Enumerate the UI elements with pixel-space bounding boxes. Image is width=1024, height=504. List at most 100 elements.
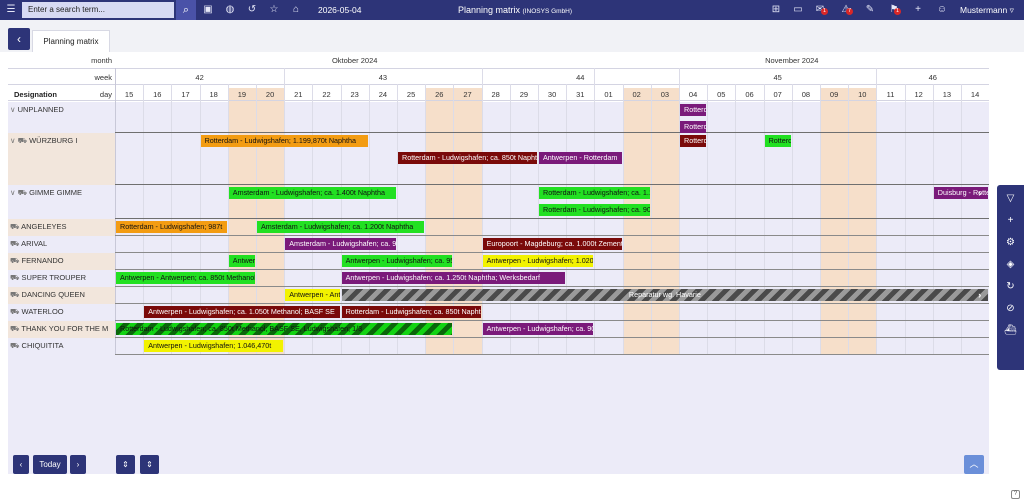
voyage-bar[interactable]: Amsterdam - Ludwigshafen; ca. 1.400t Nap…	[228, 187, 396, 199]
voyage-bar[interactable]: Rotterdam - Ludwigshafen; ca. 850t Napht…	[398, 152, 537, 164]
voyage-bar[interactable]: Antwerpen - Antwerpen	[285, 289, 340, 301]
row-label[interactable]: ⛟ FERNANDO	[8, 256, 113, 266]
voyage-bar[interactable]: Rotterdam - Ludwigshafen; 1.199,870t Nap…	[200, 135, 368, 147]
row-label[interactable]: ⛟ ANGELEYES	[8, 222, 113, 232]
next-button[interactable]: ›	[70, 455, 86, 474]
day-gridline	[791, 84, 793, 355]
month-label: month	[91, 56, 112, 65]
voyage-bar[interactable]: Antwerpen - Ludwigshafen; ca. 950t	[341, 255, 453, 267]
ship-icon: ⛟	[10, 256, 22, 265]
add-icon[interactable]: +	[997, 215, 1024, 226]
voyage-bar[interactable]: Antwerpen - Rotterdam	[539, 152, 622, 164]
today-button[interactable]: Today	[33, 455, 67, 474]
day-cell: 19	[237, 90, 247, 99]
day-cell: 24	[378, 90, 388, 99]
chevron-right-icon: ›	[978, 188, 982, 198]
hide-icon[interactable]: ⊘	[997, 303, 1024, 314]
weekend-column	[848, 88, 877, 355]
row-separator	[115, 252, 989, 253]
voyage-bar[interactable]: Rotterdam - Ludwigshafen	[680, 135, 707, 147]
grid-icon[interactable]: ⊞	[768, 0, 784, 20]
day-cell: 14	[970, 90, 980, 99]
settings-icon[interactable]: ⚙	[997, 237, 1024, 248]
voyage-bar[interactable]: Rotterdam - Ludwigshafen; ca. 1.100t	[539, 187, 650, 199]
refresh-icon[interactable]: ↻	[997, 281, 1024, 292]
history-icon[interactable]: ↺	[244, 0, 260, 20]
weekend-column	[820, 88, 849, 355]
voyage-bar[interactable]: Antwerpen - Ludwigshafen; 1.020t	[482, 255, 594, 267]
expand-rows-button[interactable]: ⇕	[116, 455, 135, 474]
day-gridline	[538, 84, 539, 355]
plus-icon[interactable]: +	[910, 0, 926, 20]
expand-chevron-icon: ∨ ⛟	[10, 136, 30, 145]
voyage-bar[interactable]: Rotterdam - Ludwigshafen; 987t	[116, 221, 227, 233]
help-icon[interactable]: ?	[1011, 490, 1020, 499]
voyage-bar[interactable]: Rotterdam - Ludwigshafen; ca. 900t	[539, 204, 650, 216]
menu-icon[interactable]: ☰	[3, 0, 19, 20]
back-button[interactable]: ‹	[8, 28, 30, 50]
row-label[interactable]: ⛟ THANK YOU FOR THE M	[8, 324, 113, 334]
voyage-bar[interactable]: Rotterdam - Ludwigshafen; ca. 850t Metha…	[116, 323, 453, 335]
row-label[interactable]: ∨ ⛟ WÜRZBURG I	[8, 136, 113, 146]
day-cell: 12	[914, 90, 923, 99]
target-icon[interactable]: ◈	[997, 259, 1024, 270]
current-date: 2026-05-04	[318, 5, 362, 15]
user-icon[interactable]: ☺	[934, 0, 950, 20]
search-icon[interactable]: ⌕	[176, 0, 196, 20]
previous-button[interactable]: ‹	[13, 455, 29, 474]
row-label[interactable]: ⛟ WATERLOO	[8, 307, 113, 317]
folder-icon[interactable]: ▣	[200, 0, 216, 20]
day-cell: 06	[745, 90, 754, 99]
home-icon[interactable]: ⌂	[288, 0, 304, 20]
day-cell: 18	[209, 90, 218, 99]
search-input[interactable]: Enter a search term...	[22, 2, 174, 18]
week-cell: 46	[928, 73, 937, 82]
filter-icon[interactable]: ▽	[997, 193, 1024, 204]
day-gridline	[904, 84, 906, 355]
row-label[interactable]: ⛟ ARIVAL	[8, 239, 113, 249]
header-line	[8, 68, 989, 69]
row-label[interactable]: ∨ UNPLANNED	[8, 105, 113, 114]
designation-header: Designation	[14, 90, 57, 99]
voyage-bar[interactable]: Rotterdam - Ludwigshafen	[680, 121, 707, 133]
star-icon[interactable]: ☆	[266, 0, 282, 20]
day-gridline	[876, 68, 878, 355]
voyage-bar[interactable]: Europoort - Magdeburg; ca. 1.000t Zement	[482, 238, 622, 250]
voyage-bar[interactable]: Antwerpen - Ludwigshafen; 1.046,470t	[144, 340, 284, 352]
chat-icon[interactable]: ▭	[790, 0, 806, 20]
globe-icon[interactable]: ◍	[222, 0, 238, 20]
voyage-bar[interactable]: Rotterdam - Ludwigshafen; ca. 850t Napht…	[341, 306, 481, 318]
user-menu[interactable]: Mustermann ▿	[960, 0, 1014, 20]
voyage-bar[interactable]: Antwerpen - Antwerpen; ca. 850t Methanol	[116, 272, 255, 284]
chevron-down-icon: ▿	[1009, 5, 1014, 15]
voyage-bar[interactable]: Reparatur wg. Havarie	[341, 289, 989, 301]
day-cell: 01	[604, 90, 613, 99]
scroll-top-button[interactable]: ︿	[964, 455, 984, 474]
tab-planning-matrix[interactable]: Planning matrix	[32, 30, 110, 52]
month-cell: Oktober 2024	[331, 56, 378, 65]
row-label[interactable]: ⛟ DANCING QUEEN	[8, 290, 113, 300]
voyage-bar[interactable]: Antwerpen - Ludwigshafen	[228, 255, 255, 267]
fleet-icon[interactable]: ⛴	[997, 325, 1024, 336]
row-label[interactable]: ∨ ⛟ GIMME GIMME	[8, 188, 113, 198]
day-cell: 02	[632, 90, 641, 99]
voyage-bar[interactable]: Amsterdam - Ludwigshafen; ca. 1.200t Nap…	[257, 221, 425, 233]
edit-icon[interactable]: ✎	[862, 0, 878, 20]
day-cell: 29	[519, 90, 529, 99]
row-label[interactable]: ⛟ SUPER TROUPER	[8, 273, 113, 283]
voyage-bar[interactable]: Antwerpen - Ludwigshafen; ca. 1.250t Nap…	[341, 272, 566, 284]
voyage-bar[interactable]: Rotterdam - Ludwigshafen	[764, 135, 791, 147]
row-label[interactable]: ⛟ CHIQUITITA	[8, 341, 113, 351]
collapse-rows-button[interactable]: ⇕	[140, 455, 159, 474]
day-cell: 09	[829, 90, 839, 99]
day-cell: 03	[660, 90, 670, 99]
day-gridline	[622, 84, 624, 355]
planning-matrix: month week day Designation Oktober 2024 Novem…	[8, 52, 989, 476]
day-gridline	[848, 84, 850, 355]
day-cell: 10	[858, 90, 867, 99]
voyage-bar[interactable]: Amsterdam - Ludwigshafen; ca. 900t	[285, 238, 396, 250]
day-cell: 31	[576, 90, 585, 99]
voyage-bar[interactable]: Antwerpen - Ludwigshafen; ca. 1.050t Met…	[144, 306, 340, 318]
voyage-bar[interactable]: Antwerpen - Ludwigshafen; ca. 900t	[482, 323, 594, 335]
voyage-bar[interactable]: Rotterdam - Ludwigshafen	[680, 104, 707, 116]
